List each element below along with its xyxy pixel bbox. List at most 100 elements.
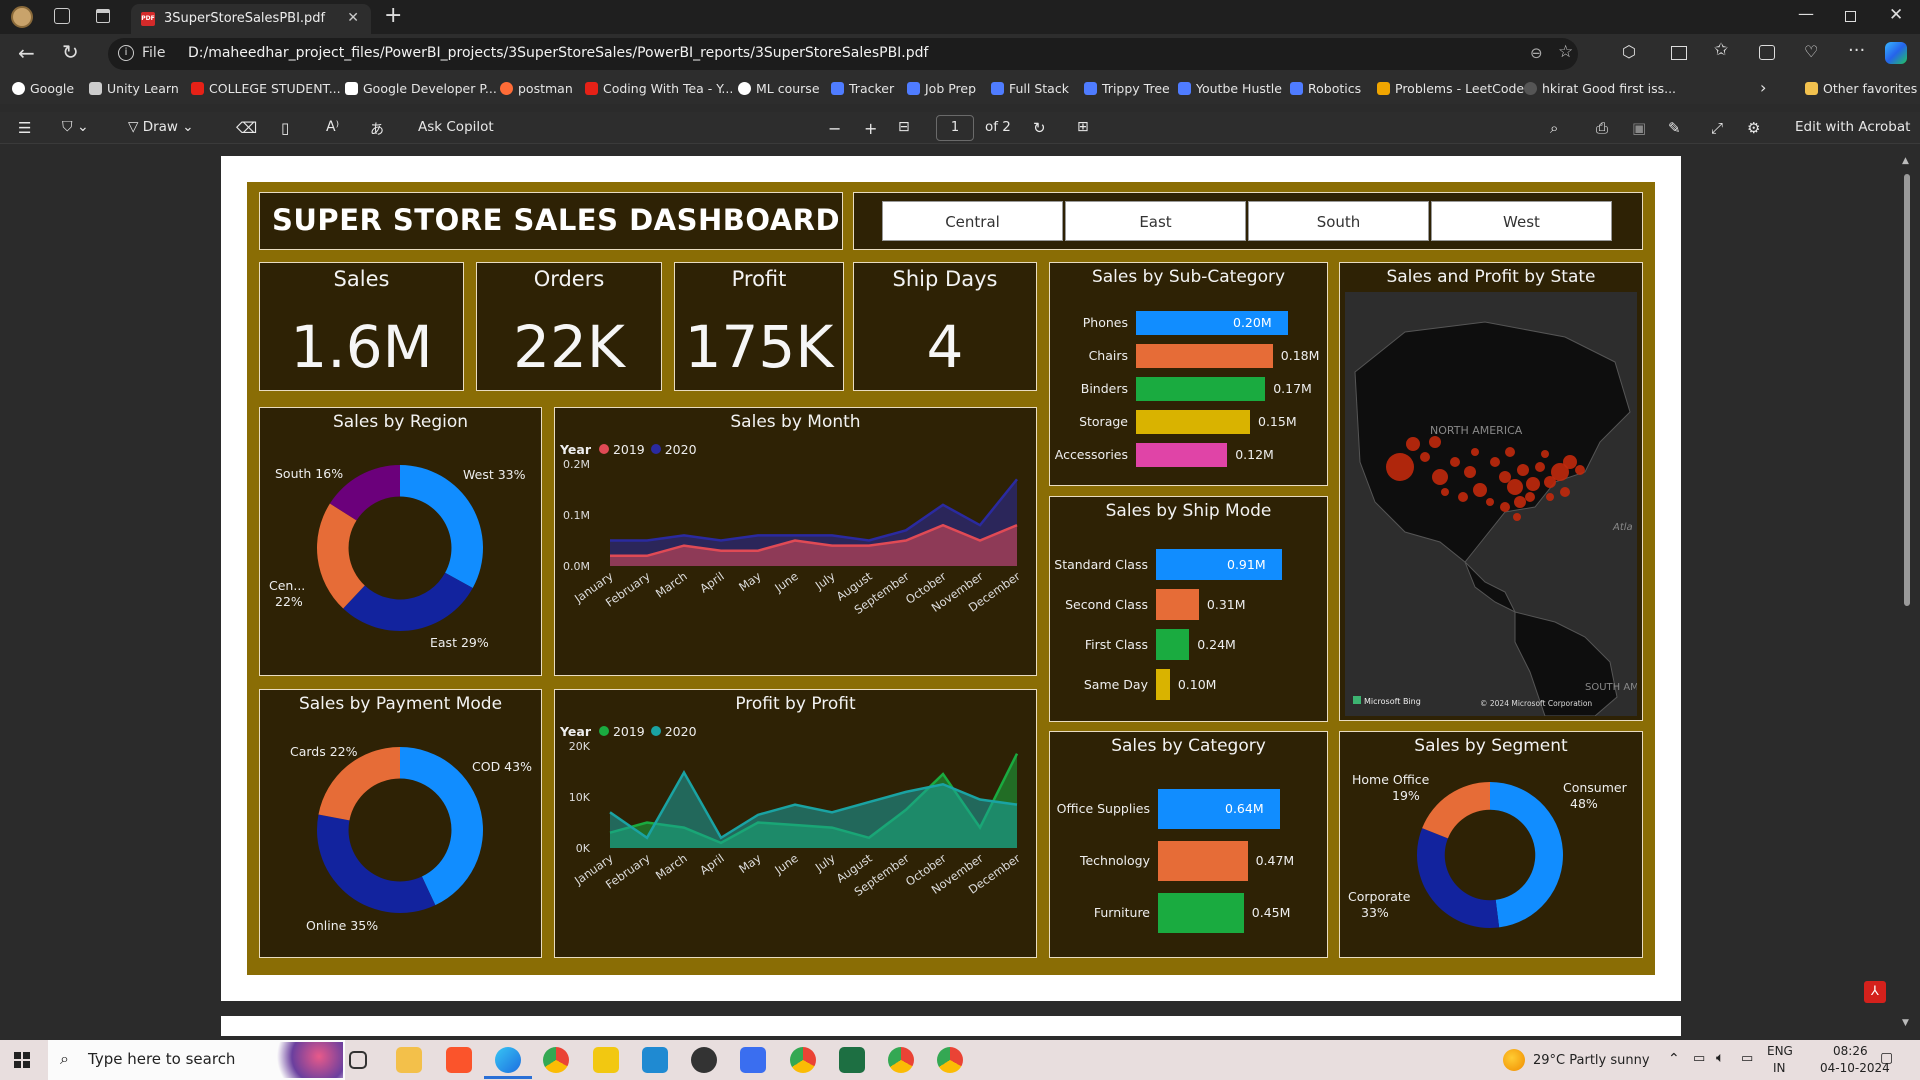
language-region[interactable]: IN [1773,1061,1786,1075]
acrobat-icon[interactable]: ⅄ [1864,981,1886,1003]
donut-slice-west[interactable] [400,465,483,588]
bar-first-class[interactable] [1156,629,1190,660]
page-view-icon[interactable]: ⊞ [1077,119,1089,135]
bar-accessories[interactable] [1136,443,1228,467]
edit-with-acrobat-button[interactable]: Edit with Acrobat [1795,119,1910,135]
bar-storage[interactable] [1136,410,1250,434]
chrome-icon[interactable] [790,1047,816,1073]
save-as-icon[interactable]: ✎ [1668,119,1681,137]
bar-chairs[interactable] [1136,344,1273,368]
map-bubble[interactable] [1420,452,1430,462]
zoom-in-button[interactable]: + [864,119,877,138]
restore-button[interactable] [1845,11,1856,22]
collections-icon[interactable] [1759,45,1775,60]
map-bubble[interactable] [1575,465,1585,475]
fullscreen-icon[interactable]: ⤢ [1711,119,1723,137]
text-box-icon[interactable]: ▯ [281,119,289,137]
bookmarks-overflow-icon[interactable]: › [1760,78,1766,97]
map-bubble[interactable] [1464,466,1476,478]
info-icon[interactable]: i [118,45,134,61]
bookmark-item[interactable]: Youtbe Hustle [1178,81,1282,96]
file-explorer-icon[interactable] [396,1047,422,1073]
map-bubble[interactable] [1514,496,1526,508]
donut-slice-consumer[interactable] [1490,782,1563,928]
bookmark-item[interactable]: hkirat Good first iss... [1524,81,1676,96]
map-bubble[interactable] [1432,469,1448,485]
map-canvas[interactable]: NORTH AMERICA Atla SOUTH AM Microsoft Bi… [1345,292,1637,716]
slicer-south[interactable]: South [1248,201,1429,241]
map-bubble[interactable] [1535,462,1545,472]
profile-avatar[interactable] [11,6,33,28]
bar-binders[interactable] [1136,377,1266,401]
donut-slice-east[interactable] [343,572,473,631]
print-icon[interactable]: ⎙ [1596,119,1608,137]
volume-icon[interactable]: 🔈︎ [1716,1050,1724,1066]
scrollbar-track[interactable]: ▲ ▼ [1902,156,1912,1036]
extensions-icon[interactable]: ⬡ [1622,42,1636,61]
app-icon[interactable] [740,1047,766,1073]
bookmark-item[interactable]: Unity Learn [89,81,179,96]
bar-technology[interactable] [1158,841,1248,881]
unity-hub-icon[interactable] [691,1047,717,1073]
translate-icon[interactable]: あ [370,119,384,139]
donut-slice-corporate[interactable] [1417,828,1500,928]
task-view-icon[interactable] [349,1051,367,1069]
copilot-icon[interactable] [1885,42,1907,64]
favorite-star-icon[interactable]: ☆ [1558,42,1573,62]
rotate-icon[interactable]: ↻ [1033,119,1046,137]
browser-tab-active[interactable]: PDF 3SuperStoreSalesPBI.pdf ✕ [131,4,371,34]
other-favorites[interactable]: Other favorites [1805,81,1917,96]
map-bubble[interactable] [1473,483,1487,497]
slicer-central[interactable]: Central [882,201,1063,241]
bookmark-item[interactable]: Google Developer P... [345,81,497,96]
save-icon[interactable]: ▣ [1632,119,1646,137]
map-bubble[interactable] [1513,513,1521,521]
clock-time[interactable]: 08:26 [1833,1044,1868,1058]
power-bi-icon[interactable] [593,1047,619,1073]
map-bubble[interactable] [1490,457,1500,467]
close-window-button[interactable]: ✕ [1889,5,1903,25]
contents-icon[interactable]: ☰ [18,119,31,137]
edge-icon[interactable] [495,1047,521,1073]
chrome-icon[interactable] [543,1047,569,1073]
scroll-up-icon[interactable]: ▲ [1902,156,1909,166]
vscode-icon[interactable] [642,1047,668,1073]
map-bubble[interactable] [1560,487,1570,497]
zoom-icon[interactable]: ⊖ [1530,44,1543,62]
map-bubble[interactable] [1517,464,1529,476]
donut-slice-online[interactable] [317,814,436,913]
refresh-icon[interactable]: ↻ [62,40,79,64]
bookmark-item[interactable]: Google [12,81,74,96]
bookmark-item[interactable]: Full Stack [991,81,1069,96]
fit-page-icon[interactable]: ⊟ [898,119,910,135]
zoom-out-button[interactable]: − [828,119,841,138]
close-tab-icon[interactable]: ✕ [347,10,359,26]
donut-slice-home-office[interactable] [1422,782,1490,839]
page-number-input[interactable]: 1 [936,115,974,141]
scroll-down-icon[interactable]: ▼ [1902,1018,1909,1028]
draw-button[interactable]: ▽ Draw ⌄ [128,119,194,135]
settings-gear-icon[interactable]: ⚙ [1747,119,1760,137]
notifications-icon[interactable]: ▢ [1880,1050,1893,1066]
bookmark-item[interactable]: Trippy Tree [1084,81,1170,96]
map-bubble[interactable] [1441,488,1449,496]
search-icon[interactable]: ⌕ [1550,119,1558,137]
map-bubble[interactable] [1429,436,1441,448]
minimize-button[interactable]: — [1798,4,1814,23]
workspaces-icon[interactable] [54,8,70,24]
address-field[interactable]: i File D:/maheedhar_project_files/PowerB… [108,38,1578,70]
map-bubble[interactable] [1507,479,1523,495]
map-bubble[interactable] [1450,457,1460,467]
map-bubble[interactable] [1406,437,1420,451]
map-bubble[interactable] [1546,493,1554,501]
split-screen-icon[interactable] [1671,46,1687,60]
bookmark-item[interactable]: ML course [738,81,820,96]
map-bubble[interactable] [1499,471,1511,483]
excel-icon[interactable] [839,1047,865,1073]
highlight-icon[interactable]: ⛉ ⌄ [62,119,89,135]
bar-second-class[interactable] [1156,589,1199,620]
bookmark-item[interactable]: postman [500,81,573,96]
map-bubble[interactable] [1500,502,1510,512]
map-bubble[interactable] [1563,455,1577,469]
map-bubble[interactable] [1471,448,1479,456]
